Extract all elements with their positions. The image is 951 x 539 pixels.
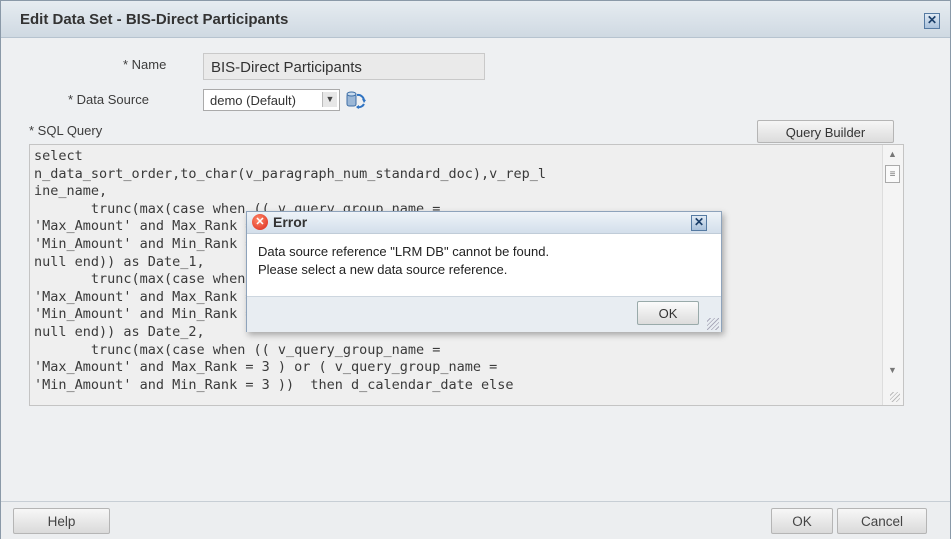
vertical-scrollbar[interactable]: ▲ ≡ ▼ — [882, 145, 903, 405]
dialog-title-bar[interactable]: Edit Data Set - BIS-Direct Participants … — [1, 1, 950, 38]
ok-button[interactable]: OK — [771, 508, 833, 534]
error-icon: ✕ — [252, 214, 268, 230]
data-source-select[interactable]: demo (Default) ▼ — [203, 89, 340, 111]
chevron-down-icon[interactable]: ▼ — [322, 92, 337, 107]
scroll-down-icon[interactable]: ▼ — [888, 365, 897, 375]
error-dialog: ✕ Error ✕ Data source reference "LRM DB"… — [246, 211, 722, 332]
sql-line: null end)) as Date_1, — [34, 253, 205, 270]
error-message-line-1: Data source reference "LRM DB" cannot be… — [258, 244, 550, 259]
close-icon[interactable]: ✕ — [691, 215, 707, 231]
resize-grip-icon[interactable] — [707, 318, 719, 330]
data-source-value: demo (Default) — [210, 93, 296, 108]
error-ok-button[interactable]: OK — [637, 301, 699, 325]
sql-line: 'Max_Amount' and Max_Rank = 3 ) or ( v_q… — [34, 359, 498, 376]
error-title-bar[interactable]: ✕ Error ✕ — [247, 212, 721, 234]
sql-query-label: * SQL Query — [29, 123, 103, 138]
name-label: * Name — [123, 57, 167, 72]
dialog-footer: Help OK Cancel — [1, 501, 950, 539]
cancel-button[interactable]: Cancel — [837, 508, 927, 534]
sql-line: ine_name, — [34, 183, 108, 200]
error-footer: OK — [247, 296, 721, 332]
name-input[interactable]: BIS-Direct Participants — [203, 53, 485, 80]
sql-line: n_data_sort_order,to_char(v_paragraph_nu… — [34, 165, 547, 182]
dialog-title: Edit Data Set - BIS-Direct Participants — [20, 11, 289, 28]
sql-line: select — [34, 148, 83, 164]
help-button[interactable]: Help — [13, 508, 110, 534]
error-message-line-2: Please select a new data source referenc… — [258, 262, 508, 277]
data-source-label: * Data Source — [68, 92, 149, 107]
scroll-up-icon[interactable]: ▲ — [888, 149, 897, 159]
sql-line: trunc(max(case when (( v_query_group_nam… — [90, 341, 441, 358]
error-title: Error — [273, 214, 308, 230]
close-icon[interactable]: ✕ — [924, 13, 940, 29]
scroll-thumb[interactable]: ≡ — [885, 165, 900, 183]
refresh-data-source-icon[interactable] — [345, 89, 367, 111]
resize-grip-icon[interactable] — [890, 392, 900, 402]
sql-line: null end)) as Date_2, — [34, 323, 205, 340]
sql-line: 'Min_Amount' and Min_Rank = 3 )) then d_… — [34, 376, 514, 393]
query-builder-button[interactable]: Query Builder — [757, 120, 894, 143]
